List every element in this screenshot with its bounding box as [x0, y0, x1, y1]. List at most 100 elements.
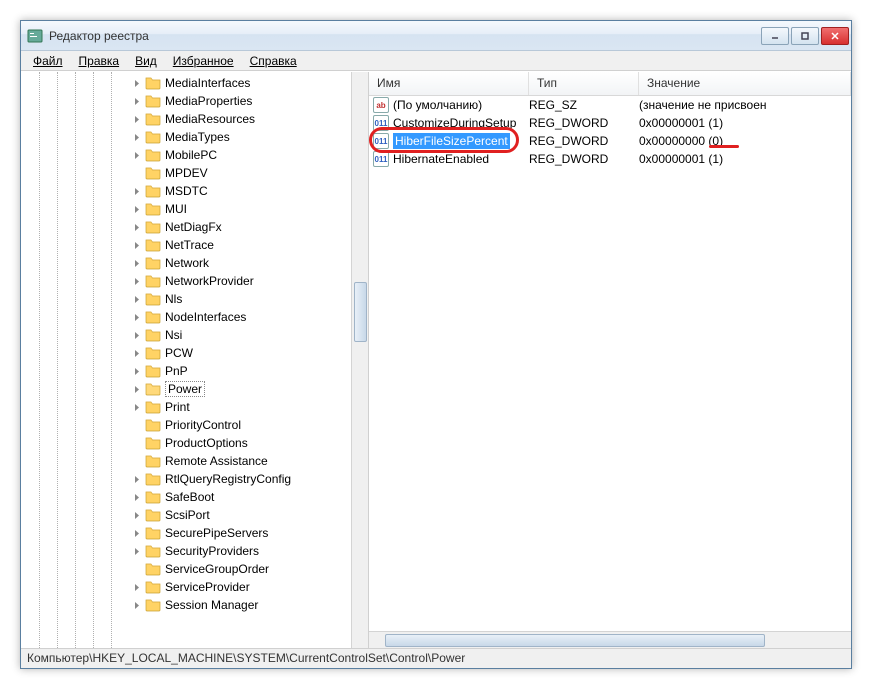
- expand-icon[interactable]: [131, 473, 143, 485]
- tree-node[interactable]: Power: [21, 380, 368, 398]
- column-type[interactable]: Тип: [529, 72, 639, 95]
- tree-node[interactable]: PCW: [21, 344, 368, 362]
- value-row[interactable]: 011HibernateEnabledREG_DWORD0x00000001 (…: [369, 150, 851, 168]
- expand-icon[interactable]: [131, 365, 143, 377]
- expand-icon[interactable]: [131, 293, 143, 305]
- titlebar[interactable]: Редактор реестра: [21, 21, 851, 51]
- dword-value-icon: 011: [373, 133, 389, 149]
- tree-node[interactable]: MediaInterfaces: [21, 74, 368, 92]
- expand-icon[interactable]: [131, 329, 143, 341]
- value-row[interactable]: 011HiberFileSizePercentREG_DWORD0x000000…: [369, 132, 851, 150]
- tree-node[interactable]: Remote Assistance: [21, 452, 368, 470]
- tree-node[interactable]: MobilePC: [21, 146, 368, 164]
- expand-icon[interactable]: [131, 167, 143, 179]
- expand-icon[interactable]: [131, 257, 143, 269]
- folder-icon: [145, 417, 161, 433]
- tree-node-label: ServiceGroupOrder: [165, 562, 269, 576]
- folder-icon: [145, 165, 161, 181]
- statusbar: Компьютер\HKEY_LOCAL_MACHINE\SYSTEM\Curr…: [21, 648, 851, 668]
- tree-node-label: SecurePipeServers: [165, 526, 268, 540]
- expand-icon[interactable]: [131, 563, 143, 575]
- expand-icon[interactable]: [131, 401, 143, 413]
- folder-icon: [145, 381, 161, 397]
- expand-icon[interactable]: [131, 455, 143, 467]
- tree-node[interactable]: MediaTypes: [21, 128, 368, 146]
- window-title: Редактор реестра: [49, 29, 761, 43]
- expand-icon[interactable]: [131, 419, 143, 431]
- values-hscroll-thumb[interactable]: [385, 634, 765, 647]
- tree-node[interactable]: SecurePipeServers: [21, 524, 368, 542]
- tree-node[interactable]: NetDiagFx: [21, 218, 368, 236]
- expand-icon[interactable]: [131, 185, 143, 197]
- tree-node[interactable]: SafeBoot: [21, 488, 368, 506]
- tree-node[interactable]: Nls: [21, 290, 368, 308]
- expand-icon[interactable]: [131, 221, 143, 233]
- value-name: CustomizeDuringSetup: [393, 116, 516, 130]
- tree-node[interactable]: MediaResources: [21, 110, 368, 128]
- tree-node[interactable]: MediaProperties: [21, 92, 368, 110]
- column-value[interactable]: Значение: [639, 72, 851, 95]
- expand-icon[interactable]: [131, 581, 143, 593]
- value-name-cell: 011HiberFileSizePercent: [373, 133, 529, 149]
- tree-node[interactable]: ServiceProvider: [21, 578, 368, 596]
- column-name[interactable]: Имя: [369, 72, 529, 95]
- menu-view[interactable]: Вид: [127, 53, 165, 69]
- menu-favorites[interactable]: Избранное: [165, 53, 242, 69]
- tree-node[interactable]: PnP: [21, 362, 368, 380]
- tree-node[interactable]: Print: [21, 398, 368, 416]
- tree-node[interactable]: MUI: [21, 200, 368, 218]
- expand-icon[interactable]: [131, 77, 143, 89]
- tree-node[interactable]: MSDTC: [21, 182, 368, 200]
- close-button[interactable]: [821, 27, 849, 45]
- tree-node[interactable]: NodeInterfaces: [21, 308, 368, 326]
- minimize-button[interactable]: [761, 27, 789, 45]
- expand-icon[interactable]: [131, 437, 143, 449]
- expand-icon[interactable]: [131, 203, 143, 215]
- menu-edit[interactable]: Правка: [71, 53, 128, 69]
- tree-node[interactable]: RtlQueryRegistryConfig: [21, 470, 368, 488]
- tree-node[interactable]: Network: [21, 254, 368, 272]
- menu-file[interactable]: Файл: [25, 53, 71, 69]
- menu-help[interactable]: Справка: [242, 53, 305, 69]
- tree-node[interactable]: ScsiPort: [21, 506, 368, 524]
- tree-node[interactable]: ProductOptions: [21, 434, 368, 452]
- tree-node[interactable]: Nsi: [21, 326, 368, 344]
- values-hscrollbar[interactable]: [369, 631, 851, 648]
- expand-icon[interactable]: [131, 509, 143, 521]
- expand-icon[interactable]: [131, 311, 143, 323]
- expand-icon[interactable]: [131, 95, 143, 107]
- expand-icon[interactable]: [131, 545, 143, 557]
- folder-icon: [145, 579, 161, 595]
- tree-node-label: NetTrace: [165, 238, 214, 252]
- expand-icon[interactable]: [131, 131, 143, 143]
- expand-icon[interactable]: [131, 113, 143, 125]
- tree-node[interactable]: PriorityControl: [21, 416, 368, 434]
- expand-icon[interactable]: [131, 527, 143, 539]
- tree-scrollbar[interactable]: [351, 72, 368, 648]
- tree-node[interactable]: NetworkProvider: [21, 272, 368, 290]
- registry-tree: MediaInterfacesMediaPropertiesMediaResou…: [21, 72, 368, 616]
- maximize-button[interactable]: [791, 27, 819, 45]
- expand-icon[interactable]: [131, 239, 143, 251]
- value-row[interactable]: 011CustomizeDuringSetupREG_DWORD0x000000…: [369, 114, 851, 132]
- tree-scroll-thumb[interactable]: [354, 282, 367, 342]
- tree-node[interactable]: SecurityProviders: [21, 542, 368, 560]
- tree-node-label: Session Manager: [165, 598, 258, 612]
- expand-icon[interactable]: [131, 347, 143, 359]
- expand-icon[interactable]: [131, 599, 143, 611]
- values-list[interactable]: ab(По умолчанию)REG_SZ(значение не присв…: [369, 96, 851, 631]
- tree-node[interactable]: ServiceGroupOrder: [21, 560, 368, 578]
- tree-node[interactable]: MPDEV: [21, 164, 368, 182]
- tree-pane[interactable]: MediaInterfacesMediaPropertiesMediaResou…: [21, 72, 369, 648]
- expand-icon[interactable]: [131, 491, 143, 503]
- expand-icon[interactable]: [131, 383, 143, 395]
- values-header: Имя Тип Значение: [369, 72, 851, 96]
- tree-node-label: RtlQueryRegistryConfig: [165, 472, 291, 486]
- expand-icon[interactable]: [131, 275, 143, 287]
- tree-node[interactable]: Session Manager: [21, 596, 368, 614]
- value-row[interactable]: ab(По умолчанию)REG_SZ(значение не присв…: [369, 96, 851, 114]
- tree-node[interactable]: NetTrace: [21, 236, 368, 254]
- expand-icon[interactable]: [131, 149, 143, 161]
- menubar: Файл Правка Вид Избранное Справка: [21, 51, 851, 71]
- folder-icon: [145, 129, 161, 145]
